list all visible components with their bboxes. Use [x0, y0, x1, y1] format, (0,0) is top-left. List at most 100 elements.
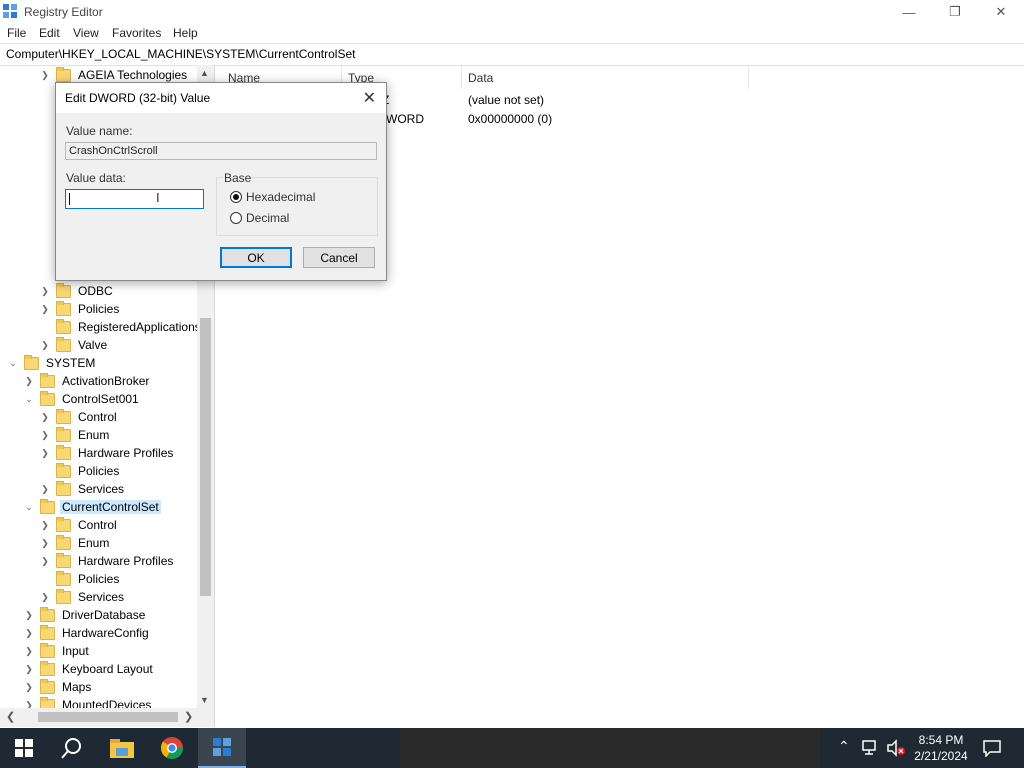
- restore-button[interactable]: ❐: [932, 0, 978, 24]
- file-explorer-icon[interactable]: [98, 728, 146, 768]
- tree-horizontal-scroll-thumb[interactable]: [38, 712, 178, 722]
- folder-icon: [56, 480, 71, 496]
- close-button[interactable]: ✕: [978, 0, 1024, 24]
- value-data-input[interactable]: [65, 189, 204, 209]
- minimize-button[interactable]: —: [886, 0, 932, 24]
- tree-item[interactable]: ❯ Maps: [24, 678, 93, 696]
- chevron-down-icon[interactable]: ⌄: [8, 358, 18, 368]
- registry-editor-taskbar-icon[interactable]: [198, 728, 246, 768]
- row-data[interactable]: 0x00000000 (0): [468, 112, 552, 126]
- folder-icon: [40, 642, 55, 658]
- close-icon[interactable]: ✕: [363, 88, 376, 108]
- tree-item[interactable]: ❯ ActivationBroker: [24, 372, 151, 390]
- tree-item[interactable]: ❯RegisteredApplications: [40, 318, 203, 336]
- tree-item[interactable]: ⌄ SYSTEM: [8, 354, 97, 372]
- column-divider[interactable]: [748, 65, 749, 89]
- registry-editor-icon: [3, 4, 17, 18]
- scroll-left-icon[interactable]: ❮: [6, 710, 15, 723]
- scroll-right-icon[interactable]: ❯: [184, 710, 193, 723]
- folder-icon: [40, 678, 55, 694]
- chevron-right-icon[interactable]: ❯: [24, 610, 34, 620]
- chevron-up-icon[interactable]: ⌃: [838, 738, 850, 755]
- ok-button[interactable]: OK: [220, 247, 292, 268]
- tree-item[interactable]: ❯ HardwareConfig: [24, 624, 151, 642]
- value-name-label: Value name:: [66, 124, 133, 138]
- chevron-right-icon[interactable]: ❯: [40, 70, 50, 80]
- menu-edit[interactable]: Edit: [39, 26, 60, 40]
- tree-item[interactable]: ❯Policies: [40, 570, 121, 588]
- column-divider[interactable]: [461, 65, 462, 89]
- tree-item[interactable]: ❯ Hardware Profiles: [40, 552, 175, 570]
- chevron-down-icon[interactable]: ⌄: [24, 502, 34, 512]
- tree-item[interactable]: ❯ DriverDatabase: [24, 606, 147, 624]
- chevron-right-icon[interactable]: ❯: [40, 304, 50, 314]
- row-type[interactable]: WORD: [386, 112, 424, 126]
- volume-muted-icon[interactable]: [886, 739, 906, 760]
- chevron-right-icon[interactable]: ❯: [24, 664, 34, 674]
- folder-icon: [56, 300, 71, 316]
- chevron-right-icon[interactable]: ❯: [40, 484, 50, 494]
- chevron-down-icon[interactable]: ⌄: [24, 394, 34, 404]
- tree-item[interactable]: ❯Policies: [40, 462, 121, 480]
- title-bar: Registry Editor — ❐ ✕: [0, 0, 1024, 24]
- tree-item[interactable]: ⌄ ControlSet001: [24, 390, 141, 408]
- chevron-right-icon[interactable]: ❯: [24, 376, 34, 386]
- chevron-right-icon[interactable]: ❯: [40, 556, 50, 566]
- folder-icon: [56, 462, 71, 478]
- chevron-right-icon[interactable]: ❯: [40, 538, 50, 548]
- search-icon[interactable]: [48, 728, 96, 768]
- ibeam-cursor-icon: I: [156, 190, 160, 205]
- windows-start-icon[interactable]: [0, 728, 48, 768]
- tree-item[interactable]: ❯ ODBC: [40, 282, 115, 300]
- tree-item[interactable]: ❯ Services: [40, 480, 126, 498]
- chrome-icon[interactable]: [148, 728, 196, 768]
- menu-favorites[interactable]: Favorites: [112, 26, 161, 40]
- folder-icon: [40, 660, 55, 676]
- chevron-right-icon[interactable]: ❯: [40, 340, 50, 350]
- tree-item[interactable]: ❯ Enum: [40, 426, 111, 444]
- decimal-option[interactable]: Decimal: [230, 211, 289, 225]
- menu-view[interactable]: View: [73, 26, 99, 40]
- tree-item[interactable]: ❯ Valve: [40, 336, 109, 354]
- tree-item[interactable]: ❯ Services: [40, 588, 126, 606]
- tree-item[interactable]: ❯ Enum: [40, 534, 111, 552]
- scroll-down-icon[interactable]: ▼: [200, 695, 209, 705]
- chevron-right-icon[interactable]: ❯: [40, 448, 50, 458]
- clock-time: 8:54 PM: [918, 733, 964, 747]
- folder-icon: [56, 552, 71, 568]
- column-header-data[interactable]: Data: [468, 71, 493, 85]
- chevron-right-icon[interactable]: ❯: [40, 520, 50, 530]
- tree-item[interactable]: ❯ Control: [40, 408, 119, 426]
- row-data[interactable]: (value not set): [468, 93, 544, 107]
- chevron-right-icon[interactable]: ❯: [24, 646, 34, 656]
- chevron-right-icon[interactable]: ❯: [24, 628, 34, 638]
- tree-item[interactable]: ❯Policies: [40, 300, 121, 318]
- menu-file[interactable]: File: [7, 26, 26, 40]
- tree-vertical-scroll-thumb[interactable]: [200, 318, 211, 596]
- chevron-right-icon[interactable]: ❯: [40, 412, 50, 422]
- tree-item[interactable]: ❯ Hardware Profiles: [40, 444, 175, 462]
- folder-icon: [56, 318, 71, 334]
- chevron-right-icon[interactable]: ❯: [40, 286, 50, 296]
- menu-help[interactable]: Help: [173, 26, 198, 40]
- tree-item[interactable]: ❯ Keyboard Layout: [24, 660, 155, 678]
- chevron-right-icon[interactable]: ❯: [24, 682, 34, 692]
- tree-item[interactable]: ❯ Input: [24, 642, 91, 660]
- address-bar[interactable]: Computer\HKEY_LOCAL_MACHINE\SYSTEM\Curre…: [0, 43, 1024, 66]
- tree-item-selected[interactable]: ⌄ CurrentControlSet: [24, 498, 161, 516]
- system-clock[interactable]: 8:54 PM 2/21/2024: [906, 732, 976, 764]
- clock-date: 2/21/2024: [914, 749, 968, 763]
- network-icon[interactable]: [862, 740, 880, 759]
- chevron-right-icon[interactable]: ❯: [40, 430, 50, 440]
- hexadecimal-option[interactable]: Hexadecimal: [230, 190, 315, 204]
- scroll-up-icon[interactable]: ▲: [200, 68, 209, 78]
- chevron-right-icon[interactable]: ❯: [40, 592, 50, 602]
- tree-item[interactable]: ❯ Control: [40, 516, 119, 534]
- cancel-button[interactable]: Cancel: [303, 247, 375, 268]
- notifications-icon[interactable]: [982, 739, 1002, 760]
- folder-icon: [56, 426, 71, 442]
- radio-unchecked-icon[interactable]: [230, 212, 242, 224]
- base-label: Base: [223, 171, 253, 185]
- menu-bar: File Edit View Favorites Help: [0, 24, 1024, 43]
- radio-checked-icon[interactable]: [230, 191, 242, 203]
